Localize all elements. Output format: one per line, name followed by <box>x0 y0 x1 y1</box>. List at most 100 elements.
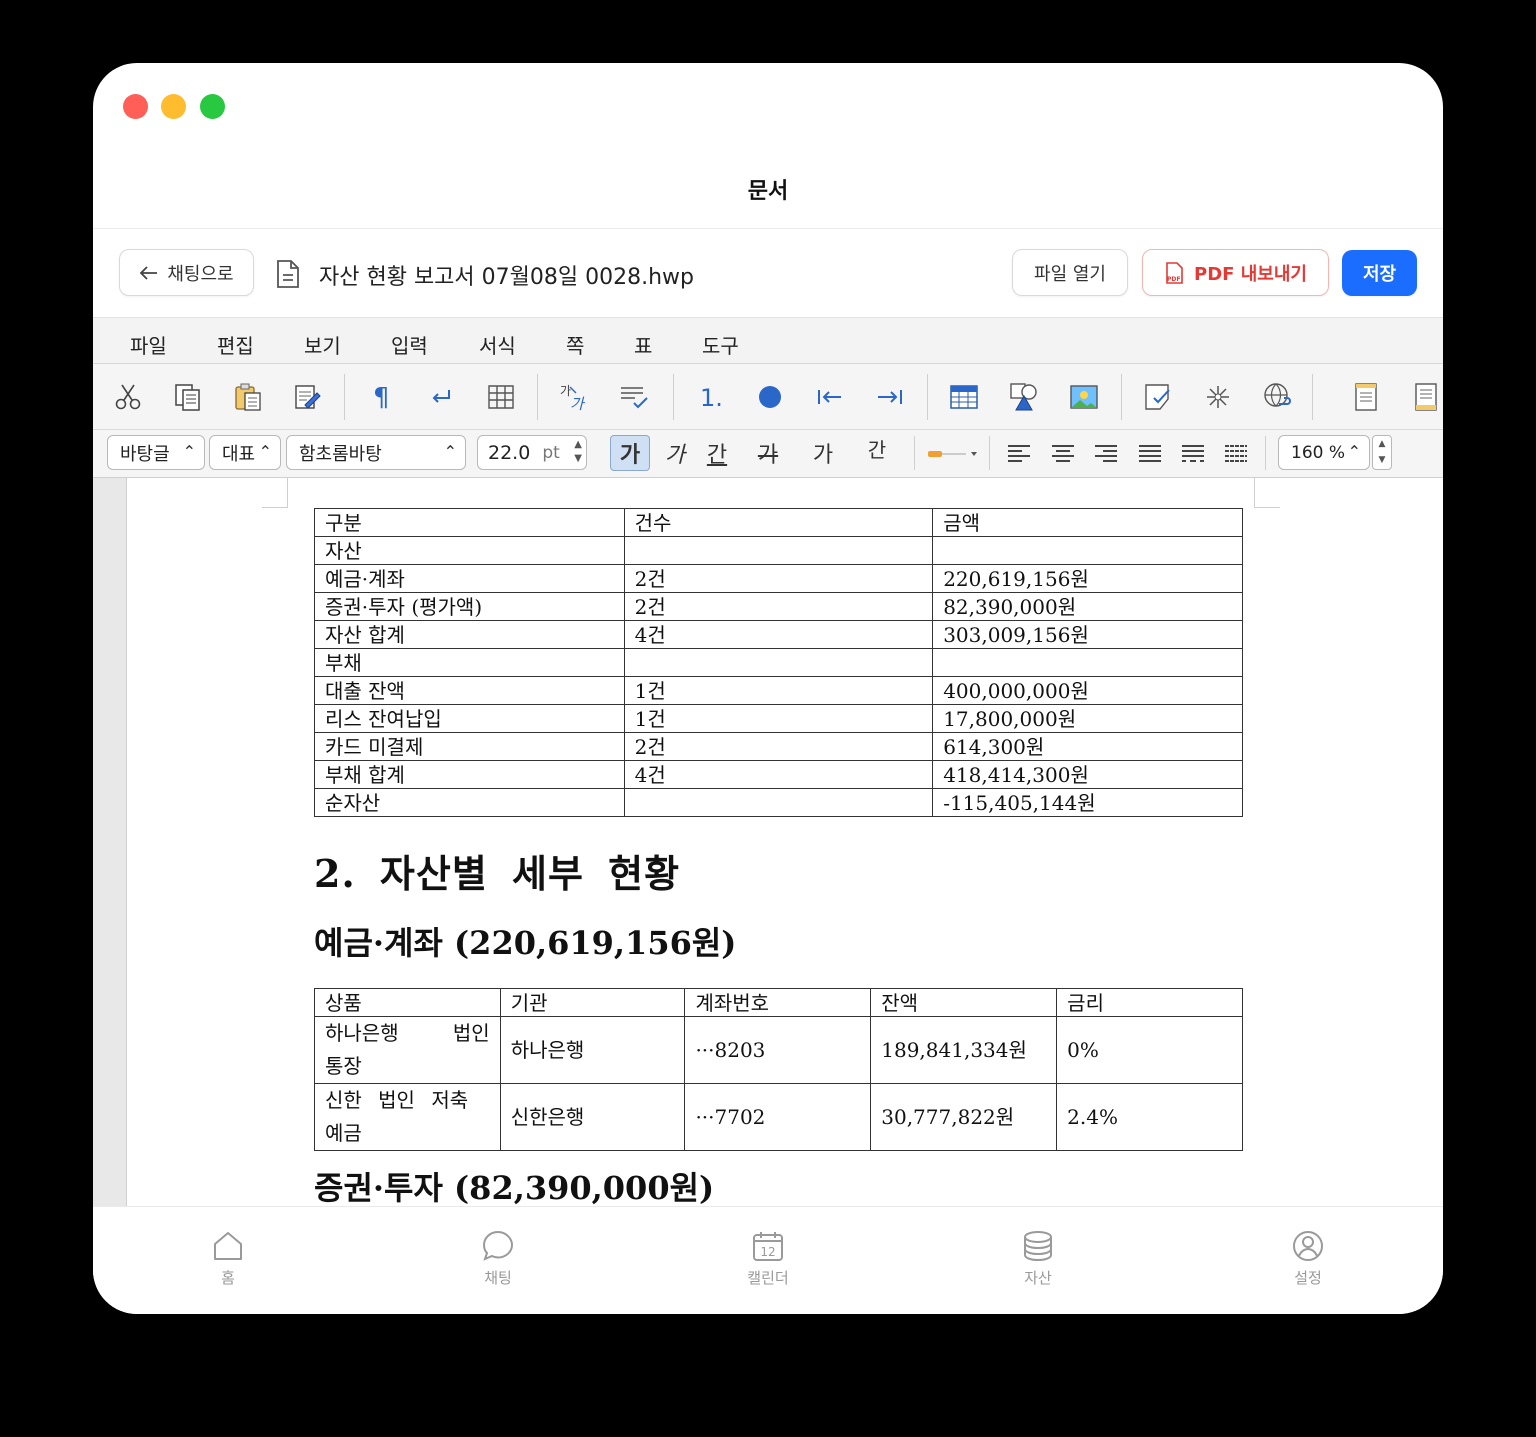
format-painter-icon[interactable] <box>292 381 324 413</box>
app-window: 문서 채팅으로 자산 현황 보고서 07월08일 0028.hwp 파일 열기 … <box>93 63 1443 1314</box>
font-select-value: 함초롬바탕 <box>299 443 382 465</box>
nav-calendar[interactable]: 12 캘린더 <box>723 1229 813 1288</box>
bullet-icon[interactable] <box>754 381 786 413</box>
table-cell: 17,800,000원 <box>932 704 1243 733</box>
page-view-icon[interactable] <box>1410 381 1442 413</box>
table-cell: 30,777,822원 <box>870 1083 1058 1151</box>
memo-icon[interactable] <box>1142 381 1174 413</box>
export-pdf-button[interactable]: PDF PDF 내보내기 <box>1142 249 1329 296</box>
font-select[interactable]: 함초롬바탕 ⌃ <box>286 435 466 470</box>
menu-file[interactable]: 파일 <box>130 330 167 359</box>
left-gutter <box>93 478 127 1206</box>
menu-view[interactable]: 보기 <box>304 330 341 359</box>
minimize-window-button[interactable] <box>161 94 186 119</box>
italic-button[interactable]: 가 <box>655 435 695 471</box>
style-select[interactable]: 바탕글 ⌃ <box>107 435 205 470</box>
align-left-icon[interactable] <box>1007 444 1031 462</box>
open-file-button[interactable]: 파일 열기 <box>1012 249 1128 296</box>
table-header-cell: 계좌번호 <box>684 988 872 1017</box>
zoom-window-button[interactable] <box>200 94 225 119</box>
align-center-icon[interactable] <box>1051 444 1075 462</box>
deposit-table: 상품 기관 계좌번호 잔액 금리 하나은행 법인 통장 하나은행 ···8203… <box>314 988 1243 1151</box>
table-cell: 2건 <box>623 732 934 761</box>
menu-table[interactable]: 표 <box>634 330 652 359</box>
table-cell: 자산 <box>314 536 625 565</box>
table-cell: 증권·투자 (평가액) <box>314 592 625 621</box>
menu-insert[interactable]: 입력 <box>391 330 428 359</box>
strikethrough-button[interactable]: 가 <box>743 435 793 471</box>
svg-text:PDF: PDF <box>1167 276 1180 283</box>
menu-edit[interactable]: 편집 <box>217 330 254 359</box>
line-break-icon[interactable] <box>425 381 457 413</box>
align-distribute-icon[interactable] <box>1181 444 1205 462</box>
table-cell: 부채 합계 <box>314 760 625 789</box>
font-size-field[interactable]: 22.0 pt ▲ ▼ <box>477 435 587 470</box>
line-spacing-stepper[interactable]: ▲ ▼ <box>1372 435 1392 470</box>
nav-settings-label: 설정 <box>1294 1269 1322 1287</box>
table-cell: 신한은행 <box>499 1083 686 1151</box>
table-header-cell: 금액 <box>932 508 1243 537</box>
highlight-color-icon[interactable] <box>926 447 978 461</box>
table-header-cell: 잔액 <box>870 988 1058 1017</box>
paste-icon[interactable] <box>232 381 264 413</box>
table-header-cell: 건수 <box>623 508 934 537</box>
save-button[interactable]: 저장 <box>1342 250 1417 296</box>
table-icon[interactable] <box>948 381 980 413</box>
symbol-icon[interactable] <box>1202 381 1234 413</box>
align-justify-icon[interactable] <box>1138 444 1162 462</box>
paragraph-mark-icon[interactable]: ¶ <box>365 381 397 413</box>
indent-icon[interactable] <box>874 381 906 413</box>
page-setup-icon[interactable] <box>1350 381 1382 413</box>
copy-icon[interactable] <box>172 381 204 413</box>
nav-settings[interactable]: 설정 <box>1263 1229 1353 1288</box>
char-shape-icon[interactable]: 가가 <box>558 381 590 413</box>
table-row: 하나은행 법인 통장 하나은행 ···8203 189,841,334원 0% <box>314 1016 1243 1084</box>
underline-button[interactable]: 간 <box>697 435 737 471</box>
user-circle-icon <box>1293 1231 1323 1261</box>
cut-icon[interactable] <box>112 381 144 413</box>
table-row: 부채 합계 4건 418,414,300원 <box>314 760 1243 789</box>
table-cell: 4건 <box>623 760 934 789</box>
nav-home[interactable]: 홈 <box>183 1229 273 1288</box>
bold-button[interactable]: 가 <box>610 435 650 471</box>
table-header-cell: 상품 <box>314 988 501 1017</box>
nav-chat[interactable]: 채팅 <box>453 1229 543 1288</box>
document-canvas[interactable]: 구분 건수 금액 자산 예금·계좌 2건 220,619,156원 증권·투자 (평… <box>93 478 1443 1206</box>
svg-text:¶: ¶ <box>373 383 390 412</box>
line-spacing-select[interactable]: 160 % ⌃ <box>1278 435 1370 470</box>
toolbar-separator <box>537 374 538 420</box>
grid-icon[interactable] <box>485 381 517 413</box>
menu-bar: 파일 편집 보기 입력 서식 쪽 표 도구 <box>93 317 1443 364</box>
superscript-button[interactable]: 가 <box>801 435 845 471</box>
image-icon[interactable] <box>1068 381 1100 413</box>
align-right-icon[interactable] <box>1094 444 1118 462</box>
align-split-icon[interactable] <box>1224 444 1248 462</box>
crop-mark <box>1254 478 1280 508</box>
menu-tools[interactable]: 도구 <box>702 330 739 359</box>
numbering-icon[interactable]: 1. <box>694 381 726 413</box>
table-cell: 순자산 <box>314 788 625 817</box>
table-cell: 하나은행 <box>499 1016 686 1084</box>
back-to-chat-button[interactable]: 채팅으로 <box>119 249 254 296</box>
table-cell: 하나은행 법인 통장 <box>314 1016 501 1084</box>
nav-calendar-label: 캘린더 <box>747 1269 789 1287</box>
menu-format[interactable]: 서식 <box>479 330 516 359</box>
calendar-day: 12 <box>760 1245 775 1259</box>
hyperlink-icon[interactable] <box>1262 381 1294 413</box>
updown-chevron-icon: ⌃ <box>443 442 457 461</box>
pdf-icon: PDF <box>1166 261 1183 284</box>
table-row: 순자산 -115,405,144원 <box>314 788 1243 817</box>
table-row: 리스 잔여납입 1건 17,800,000원 <box>314 704 1243 733</box>
language-select[interactable]: 대표 ⌃ <box>209 435 281 470</box>
menu-page[interactable]: 쪽 <box>566 330 584 359</box>
nav-chat-label: 채팅 <box>484 1269 512 1287</box>
nav-assets[interactable]: 자산 <box>993 1229 1083 1288</box>
shape-icon[interactable] <box>1008 381 1040 413</box>
language-select-value: 대표 <box>222 443 256 465</box>
table-cell: 1건 <box>623 676 934 705</box>
para-shape-icon[interactable] <box>618 381 650 413</box>
char-style-button[interactable]: 간 <box>855 430 899 466</box>
font-size-stepper[interactable]: ▲ ▼ <box>574 438 582 466</box>
close-window-button[interactable] <box>123 94 148 119</box>
outdent-icon[interactable] <box>814 381 846 413</box>
